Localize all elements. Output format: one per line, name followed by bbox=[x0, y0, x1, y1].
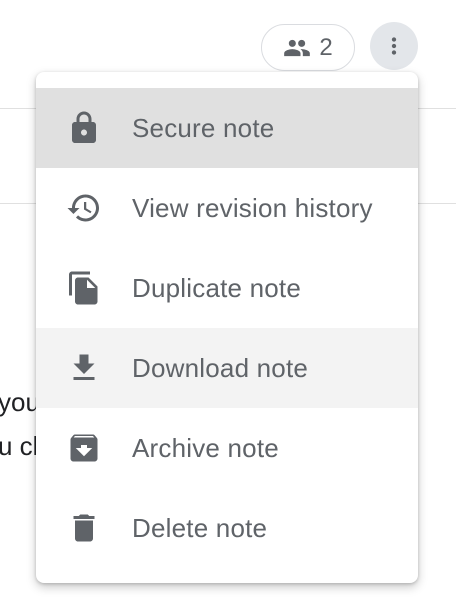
menu-item-label: Archive note bbox=[132, 432, 279, 463]
note-body-text-line-1: you bbox=[0, 387, 40, 417]
menu-item-label: Delete note bbox=[132, 512, 268, 543]
more-options-button[interactable] bbox=[370, 22, 418, 70]
note-body-text-line-2: u cl bbox=[0, 431, 39, 461]
note-options-menu: Secure note View revision history Duplic… bbox=[36, 72, 418, 583]
delete-icon bbox=[66, 510, 102, 546]
menu-item-secure-note[interactable]: Secure note bbox=[36, 88, 418, 168]
more-vert-icon bbox=[381, 33, 407, 59]
file-copy-icon bbox=[66, 270, 102, 306]
menu-item-archive-note[interactable]: Archive note bbox=[36, 408, 418, 488]
history-icon bbox=[66, 190, 102, 226]
collaborators-button[interactable]: 2 bbox=[261, 24, 355, 71]
menu-item-label: View revision history bbox=[132, 192, 373, 223]
menu-item-view-revision-history[interactable]: View revision history bbox=[36, 168, 418, 248]
menu-item-duplicate-note[interactable]: Duplicate note bbox=[36, 248, 418, 328]
people-icon bbox=[283, 34, 311, 62]
archive-icon bbox=[66, 430, 102, 466]
menu-item-delete-note[interactable]: Delete note bbox=[36, 488, 418, 568]
menu-item-label: Secure note bbox=[132, 112, 275, 143]
menu-item-label: Download note bbox=[132, 352, 309, 383]
menu-item-label: Duplicate note bbox=[132, 272, 302, 303]
download-icon bbox=[66, 350, 102, 386]
menu-item-download-note[interactable]: Download note bbox=[36, 328, 418, 408]
collaborator-count: 2 bbox=[319, 33, 333, 61]
lock-icon bbox=[66, 110, 102, 146]
